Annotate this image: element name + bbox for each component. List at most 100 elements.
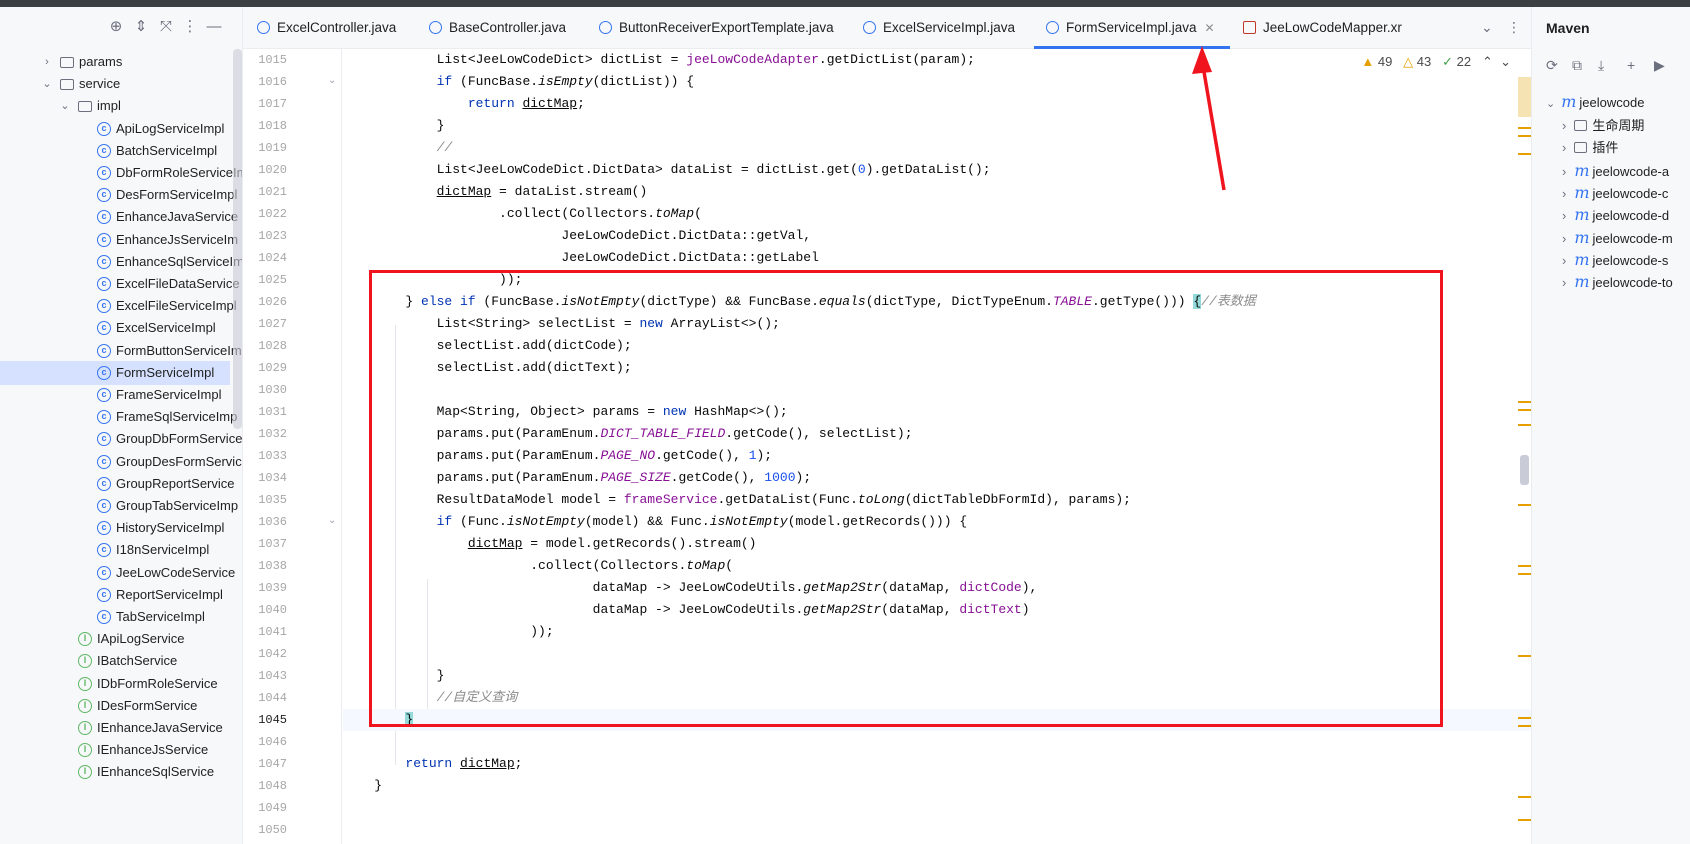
chevron-down-icon[interactable]: ⌄	[1481, 19, 1493, 36]
tab-base-controller[interactable]: BaseController.java	[429, 7, 566, 49]
maven-item[interactable]: › m jeelowcode-a	[1562, 159, 1669, 183]
warning-marker[interactable]	[1518, 796, 1531, 798]
chevron-right-icon[interactable]: ›	[1562, 164, 1566, 179]
maven-item[interactable]: › m jeelowcode-c	[1562, 181, 1668, 205]
error-stripe[interactable]	[1518, 49, 1531, 844]
tree-item[interactable]: c ExcelFileServiceImpl	[0, 294, 242, 318]
tree-item[interactable]: I IDbFormRoleService	[0, 672, 242, 696]
class-icon: c	[97, 143, 111, 158]
chevron-right-icon[interactable]: ›	[1562, 140, 1566, 155]
tree-item[interactable]: ⌄ service	[0, 72, 242, 96]
minimize-icon[interactable]: —	[204, 17, 224, 37]
tree-item[interactable]: c HistoryServiceImpl	[0, 516, 242, 540]
warning-marker[interactable]	[1518, 424, 1531, 426]
download-icon[interactable]: ⤓	[1598, 57, 1604, 74]
chevron-right-icon[interactable]: ›	[1562, 186, 1566, 201]
warning-marker[interactable]	[1518, 573, 1531, 575]
warning-marker[interactable]	[1518, 504, 1531, 506]
chevron-right-icon[interactable]: ›	[1562, 118, 1566, 133]
tree-item[interactable]: c ExcelServiceImpl	[0, 316, 242, 340]
warning-marker[interactable]	[1518, 153, 1531, 155]
tree-item[interactable]: c JeeLowCodeService	[0, 561, 242, 585]
tree-item[interactable]: c I18nServiceImpl	[0, 538, 242, 562]
tab-excel-controller[interactable]: ExcelController.java	[257, 7, 396, 49]
fold-icon[interactable]: ⌄	[328, 515, 336, 526]
maven-root[interactable]: ⌄ m jeelowcode	[1546, 90, 1644, 114]
maven-item[interactable]: › m jeelowcode-d	[1562, 203, 1669, 227]
tree-item[interactable]: I IApiLogService	[0, 627, 242, 651]
tree-item[interactable]: c GroupReportService	[0, 472, 242, 496]
tab-button-receiver-export-template[interactable]: ButtonReceiverExportTemplate.java	[599, 7, 834, 49]
code-editor[interactable]: 1015 1016 ⌄ 1017 1018 1019 1020 1021 1022 1023 102…	[243, 49, 1531, 844]
warning-marker[interactable]	[1518, 409, 1531, 411]
tree-item[interactable]: I IEnhanceJsService	[0, 738, 242, 762]
chevron-down-icon[interactable]: ⌄	[1500, 54, 1511, 69]
warning-marker[interactable]	[1518, 819, 1531, 821]
more-icon[interactable]: ⋮	[180, 17, 200, 37]
tree-item[interactable]: I IEnhanceSqlService	[0, 760, 242, 784]
warning-marker[interactable]	[1518, 127, 1531, 129]
chevron-right-icon[interactable]: ›	[1562, 253, 1566, 268]
inspection-widget[interactable]: ▲ 49 △ 43 ✓ 22 ⌃ ⌄	[1361, 54, 1511, 70]
reimport-folder-icon[interactable]: ⧉	[1572, 57, 1582, 74]
add-icon[interactable]: +	[1627, 57, 1635, 73]
maven-item[interactable]: › 生命周期	[1562, 114, 1644, 138]
tree-item[interactable]: c FormButtonServiceIm	[0, 339, 242, 363]
warning-marker[interactable]	[1518, 565, 1531, 567]
reload-icon[interactable]: ⟳	[1546, 57, 1558, 74]
chevron-right-icon[interactable]: ›	[1562, 231, 1566, 246]
tab-excel-service-impl[interactable]: ExcelServiceImpl.java	[863, 7, 1015, 49]
warning-marker[interactable]	[1518, 655, 1531, 657]
maven-item-label: jeelowcode-m	[1592, 230, 1673, 246]
expand-icon[interactable]: ⇕	[131, 17, 151, 37]
tree-item[interactable]: › params	[0, 50, 242, 74]
chevron-right-icon[interactable]: ›	[1562, 208, 1566, 223]
tree-item[interactable]: c GroupDesFormServic	[0, 450, 242, 474]
chevron-up-icon[interactable]: ⌃	[1482, 54, 1493, 69]
warning-marker[interactable]	[1518, 725, 1531, 727]
editor-scrollbar[interactable]	[1520, 455, 1529, 485]
collapse-icon[interactable]: ⤧	[156, 17, 176, 37]
tree-item[interactable]: c EnhanceJavaService	[0, 205, 242, 229]
tree-item[interactable]: I IBatchService	[0, 649, 242, 673]
warning-marker[interactable]	[1518, 135, 1531, 137]
maven-item[interactable]: › m jeelowcode-m	[1562, 226, 1673, 250]
more-icon[interactable]: ⋮	[1507, 19, 1521, 36]
tree-item[interactable]: ⌄ impl	[0, 94, 242, 118]
tree-item[interactable]: c FormServiceImpl	[0, 360, 230, 385]
maven-item[interactable]: › 插件	[1562, 136, 1618, 160]
tree-item[interactable]: c FrameServiceImpl	[0, 383, 242, 407]
tree-item[interactable]: c EnhanceJsServiceIm	[0, 228, 242, 252]
tree-item[interactable]: c ReportServiceImpl	[0, 583, 242, 607]
chevron-down-icon[interactable]: ⌄	[40, 72, 54, 96]
maven-item[interactable]: › m jeelowcode-s	[1562, 248, 1668, 272]
crosshair-icon[interactable]: ⊕	[106, 17, 126, 37]
warning-marker[interactable]	[1518, 717, 1531, 719]
chevron-right-icon[interactable]: ›	[1562, 275, 1566, 290]
tree-item[interactable]: c FrameSqlServiceImp	[0, 405, 242, 429]
run-icon[interactable]: ▶	[1654, 57, 1665, 74]
project-scrollbar[interactable]	[233, 49, 242, 429]
tab-jeelowcode-mapper[interactable]: JeeLowCodeMapper.xr	[1243, 7, 1469, 49]
fold-icon[interactable]: ⌄	[328, 75, 336, 86]
warning-marker[interactable]	[1518, 401, 1531, 403]
tree-item[interactable]: c DesFormServiceImpl	[0, 183, 242, 207]
tree-item[interactable]: c GroupTabServiceImp	[0, 494, 242, 518]
class-icon: c	[97, 277, 111, 291]
tree-item[interactable]: I IDesFormService	[0, 694, 242, 718]
scroll-thumb[interactable]	[1518, 77, 1531, 117]
tree-item[interactable]: c BatchServiceImpl	[0, 139, 242, 163]
line-number: 1038	[258, 559, 287, 573]
tree-item[interactable]: c EnhanceSqlServiceIm	[0, 250, 242, 274]
tree-item[interactable]: c TabServiceImpl	[0, 605, 242, 629]
close-icon[interactable]: ✕	[1205, 21, 1215, 35]
tree-item[interactable]: c ExcelFileDataService	[0, 272, 242, 296]
chevron-right-icon[interactable]: ›	[40, 50, 54, 74]
chevron-down-icon[interactable]: ⌄	[58, 94, 72, 118]
tree-item[interactable]: c GroupDbFormService	[0, 427, 242, 451]
tree-item[interactable]: c ApiLogServiceImpl	[0, 117, 242, 141]
maven-item[interactable]: › m jeelowcode-to	[1562, 270, 1673, 294]
tree-item[interactable]: I IEnhanceJavaService	[0, 716, 242, 740]
tree-item[interactable]: c DbFormRoleServiceIm	[0, 161, 242, 185]
